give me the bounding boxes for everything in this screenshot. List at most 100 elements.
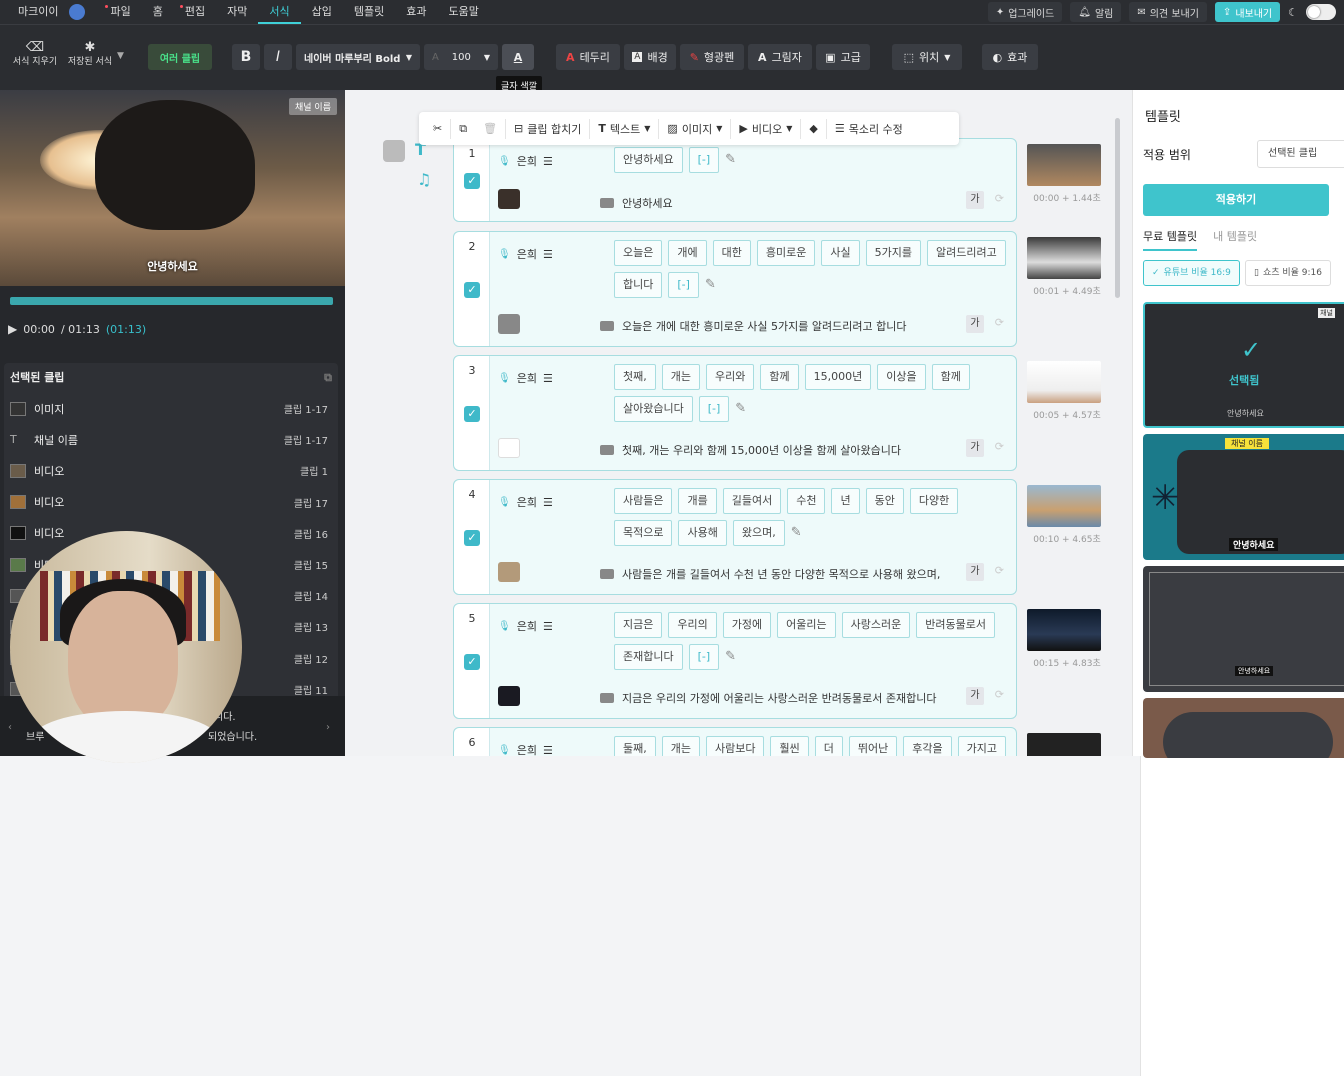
clip-card[interactable]: 2 ✓ 🎙︎ 은희 ☰ 오늘은 개에 대한 흥미로운 사실 5가지를 알려드리려고 합…	[453, 231, 1017, 347]
refresh-icon[interactable]: ⟳	[995, 564, 1004, 577]
word-chip[interactable]: 함께	[760, 364, 799, 390]
apply-button[interactable]: 적용하기	[1143, 184, 1329, 216]
menu-help[interactable]: 도움말	[437, 0, 489, 24]
fill-button[interactable]: ◆	[801, 118, 827, 139]
speaker[interactable]: 🎙︎ 은희 ☰	[498, 494, 553, 510]
word-chip[interactable]: 더	[814, 736, 843, 756]
word-chip[interactable]: 함께	[931, 364, 970, 390]
word-chip[interactable]: 대한	[712, 240, 751, 266]
pencil-icon[interactable]: ✎	[725, 147, 736, 173]
refresh-icon[interactable]: ⟳	[995, 688, 1004, 701]
copy-button[interactable]: ⧉	[451, 119, 475, 139]
menu-icon[interactable]: ☰	[543, 155, 553, 168]
clip-card[interactable]: 4 ✓ 🎙︎ 은희 ☰ 사람들은 개를 길들여서 수천 년 동안 다양한 목적으로 사…	[453, 479, 1017, 595]
menu-icon[interactable]: ☰	[543, 372, 553, 385]
video-preview[interactable]: 채널 이름 안녕하세요	[0, 90, 345, 286]
subtitle-sentence[interactable]: 사람들은 개를 길들여서 수천 년 동안 다양한 목적으로 사용해 왔으며,	[600, 566, 940, 582]
word-chip[interactable]: 개는	[661, 364, 700, 390]
clip-thumbnail[interactable]	[498, 438, 520, 458]
list-item[interactable]: T 채널 이름 클립 1-17	[4, 424, 338, 455]
word-chip[interactable]: 가정에	[722, 612, 772, 638]
clip-preview-thumb[interactable]	[1027, 361, 1101, 403]
word-chip[interactable]: 수천	[787, 488, 826, 514]
speaker[interactable]: 🎙︎ 은희 ☰	[498, 370, 553, 386]
word-chip[interactable]: 개에	[668, 240, 707, 266]
word-chip[interactable]: 반려동물로서	[916, 612, 995, 638]
word-chip[interactable]: 둘째,	[614, 736, 656, 756]
clip-card[interactable]: 1 ✓ 🎙︎ 은희 ☰ 안녕하세요 [-] ✎ 안녕하세요 가 ⟳	[453, 138, 1017, 222]
play-icon[interactable]: ▶	[8, 322, 17, 336]
shadow-button[interactable]: A 그림자	[748, 44, 812, 70]
word-chip[interactable]: 합니다	[614, 272, 663, 298]
clip-thumbnail[interactable]	[498, 562, 520, 582]
word-chip[interactable]: 우리와	[706, 364, 755, 390]
font-style-button[interactable]: 가	[966, 563, 984, 581]
multi-clip-badge[interactable]: 여러 클립	[148, 44, 212, 70]
voice-edit-button[interactable]: ☰ 목소리 수정	[827, 119, 911, 139]
clip-preview-thumb[interactable]	[1027, 237, 1101, 279]
pencil-icon[interactable]: ✎	[791, 520, 802, 546]
refresh-icon[interactable]: ⟳	[995, 440, 1004, 453]
clip-preview-thumb[interactable]	[1027, 609, 1101, 651]
word-chip[interactable]: 가지고	[957, 736, 1006, 756]
word-chip[interactable]: 후각을	[903, 736, 952, 756]
upgrade-button[interactable]: ✦ 업그레이드	[987, 2, 1063, 22]
word-chip[interactable]: 사람들은	[614, 488, 673, 514]
checkbox[interactable]: ✓	[464, 406, 480, 422]
chevron-down-icon[interactable]: ▼	[117, 51, 124, 61]
alerts-button[interactable]: 🔔︎ 알림	[1070, 2, 1122, 22]
text-menu-button[interactable]: T 텍스트 ▼	[590, 118, 660, 139]
clip-thumbnail[interactable]	[498, 686, 520, 706]
menu-edit[interactable]: 편집	[174, 0, 216, 24]
template-card-selected[interactable]: ✓ 선택됨 안녕하세요 채널	[1143, 302, 1344, 428]
menu-template[interactable]: 템플릿	[343, 0, 395, 24]
merge-clip-button[interactable]: ⊟ 클립 합치기	[506, 118, 591, 139]
theme-toggle[interactable]	[1306, 4, 1336, 20]
popout-icon[interactable]: ⧉	[324, 363, 332, 393]
checkbox[interactable]: ✓	[464, 654, 480, 670]
list-item[interactable]: 비디오 클립 17	[4, 487, 338, 518]
word-chip[interactable]: 안녕하세요	[614, 147, 683, 173]
word-chip[interactable]: 어울리는	[777, 612, 836, 638]
scrollbar[interactable]	[1115, 118, 1120, 298]
word-chip[interactable]: 15,000년	[804, 364, 872, 390]
feedback-button[interactable]: ✉ 의견 보내기	[1129, 2, 1207, 22]
font-style-button[interactable]: 가	[966, 191, 984, 209]
delete-button[interactable]: 🗑︎	[475, 118, 507, 139]
checkbox[interactable]: ✓	[464, 173, 480, 189]
music-track-icon[interactable]: ♫	[417, 170, 431, 189]
tab-free-templates[interactable]: 무료 템플릿	[1143, 228, 1198, 251]
subtitle-sentence[interactable]: 안녕하세요	[600, 195, 673, 211]
ratio-shorts-button[interactable]: ▯ 쇼츠 비율 9:16	[1245, 260, 1332, 286]
saved-format-button[interactable]: ✱ 저장된 서식	[64, 41, 116, 69]
word-chip[interactable]: 첫째,	[614, 364, 656, 390]
subtitle-sentence[interactable]: 지금은 우리의 가정에 어울리는 사랑스러운 반려동물로서 존재합니다	[600, 690, 936, 706]
list-item[interactable]: 이미지 클립 1-17	[4, 393, 338, 424]
word-chip[interactable]: 5가지를	[865, 240, 921, 266]
menu-subtitle[interactable]: 자막	[216, 0, 258, 24]
clear-format-button[interactable]: ⌫ 서식 지우기	[10, 41, 60, 69]
avatar-icon[interactable]	[69, 4, 86, 20]
list-item[interactable]: 비디오 클립 1	[4, 455, 338, 486]
menu-file[interactable]: 파일	[99, 0, 141, 24]
menu-insert[interactable]: 삽입	[301, 0, 343, 24]
speaker[interactable]: 🎙︎ 은희 ☰	[498, 153, 553, 169]
font-style-button[interactable]: 가	[966, 439, 984, 457]
silence-chip[interactable]: [-]	[668, 272, 699, 298]
template-card[interactable]: 안녕하세요	[1143, 566, 1344, 692]
italic-button[interactable]: I	[264, 44, 292, 70]
subtitle-sentence[interactable]: 오늘은 개에 대한 흥미로운 사실 5가지를 알려드리려고 합니다	[600, 318, 906, 334]
word-chip[interactable]: 동안	[865, 488, 904, 514]
ratio-youtube-button[interactable]: ✓ 유튜브 비율 16:9	[1143, 260, 1240, 286]
word-chip[interactable]: 뛰어난	[848, 736, 898, 756]
pencil-icon[interactable]: ✎	[705, 272, 716, 298]
word-chip[interactable]: 사람보다	[706, 736, 765, 756]
checkbox[interactable]: ✓	[464, 282, 480, 298]
word-chip[interactable]: 지금은	[614, 612, 663, 638]
pencil-icon[interactable]: ✎	[735, 396, 746, 422]
font-style-button[interactable]: 가	[966, 315, 984, 333]
word-chip[interactable]: 존재합니다	[614, 644, 683, 670]
menu-effect[interactable]: 효과	[395, 0, 437, 24]
tab-my-templates[interactable]: 내 템플릿	[1213, 228, 1257, 251]
menu-icon[interactable]: ☰	[543, 620, 553, 633]
